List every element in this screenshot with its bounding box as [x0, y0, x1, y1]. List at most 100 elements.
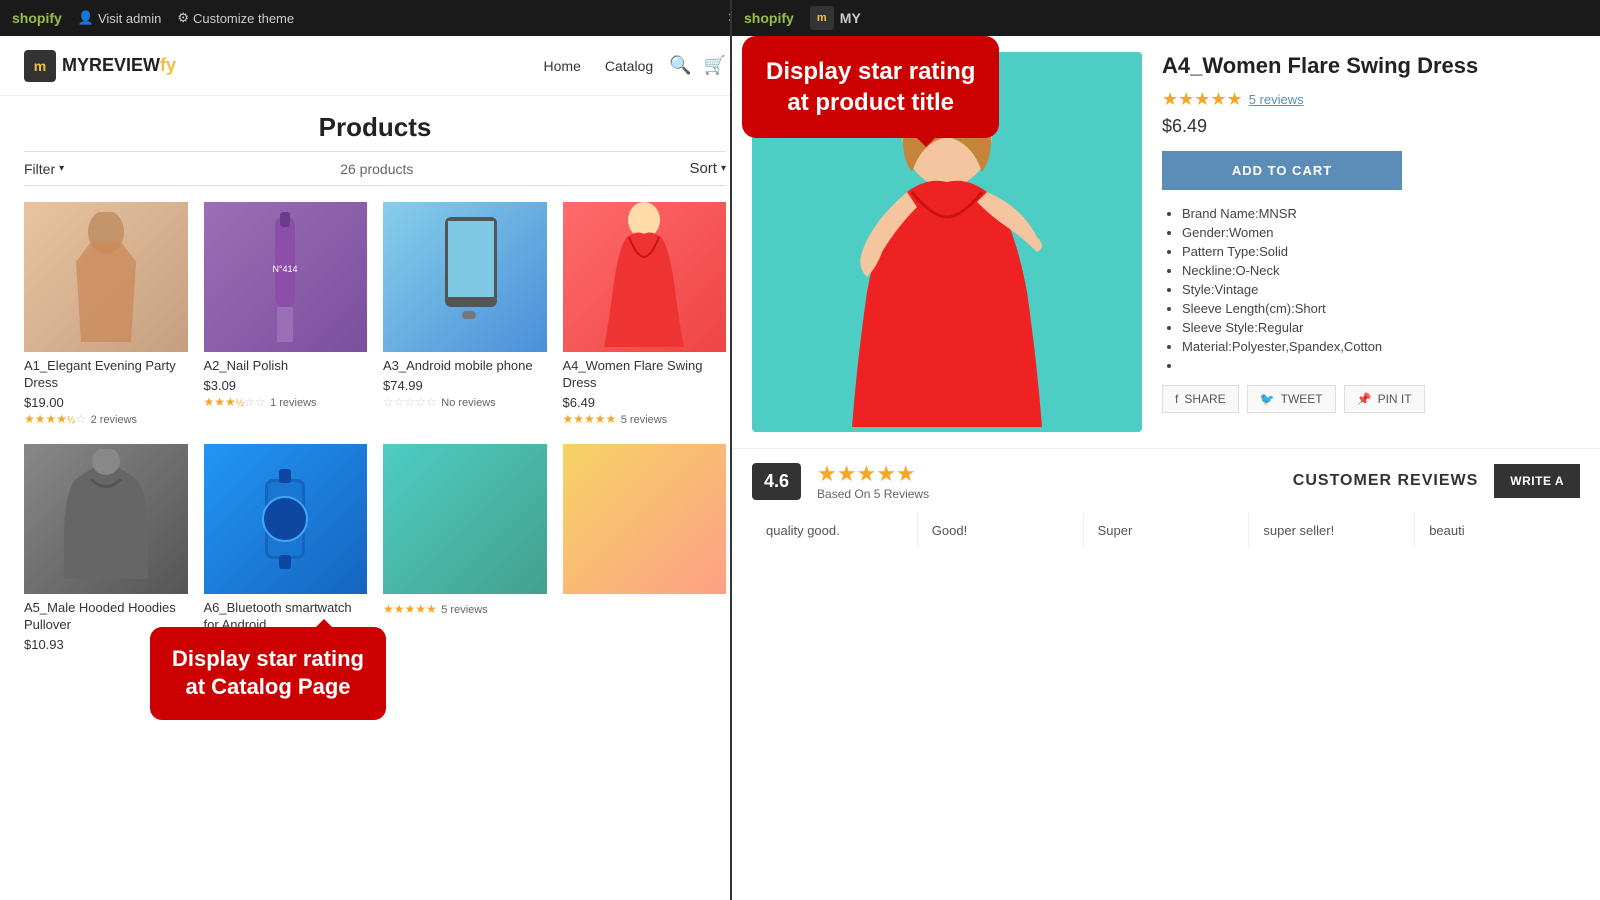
rating-stars-big: ★★★★★ Based On 5 Reviews [817, 461, 929, 501]
product-image-5 [204, 444, 368, 594]
share-button[interactable]: f SHARE [1162, 385, 1239, 413]
product-card-5[interactable]: A6_Bluetooth smartwatch for Android $13.… [204, 444, 368, 652]
product-card-7[interactable] [563, 444, 727, 652]
logo-icon-right: m [810, 6, 834, 30]
spec-style: Style:Vintage [1182, 282, 1580, 297]
review-card-3: super seller! [1249, 513, 1415, 548]
review-card-0: quality good. [752, 513, 918, 548]
reviews-header: 4.6 ★★★★★ Based On 5 Reviews CUSTOMER RE… [752, 461, 1580, 501]
product-image-1: N°414 [204, 202, 368, 352]
logo-icon: m [24, 50, 56, 82]
nav-catalog[interactable]: Catalog [605, 58, 653, 74]
product-image-7 [563, 444, 727, 594]
add-to-cart-button[interactable]: ADD TO CART [1162, 151, 1402, 190]
rating-badge: 4.6 [752, 463, 801, 500]
logo-text: MYREVIEWfy [62, 55, 176, 76]
product-card-1[interactable]: N°414 A2_Nail Polish $3.09 ★★★½☆☆ 1 revi… [204, 202, 368, 428]
product-image-2 [383, 202, 547, 352]
tweet-button[interactable]: 🐦 TWEET [1247, 385, 1336, 413]
spec-sleeve-style: Sleeve Style:Regular [1182, 320, 1580, 335]
review-card-2: Super [1084, 513, 1250, 548]
chevron-down-icon: ▾ [59, 163, 64, 174]
product-card-6[interactable]: ★★★★★ 5 reviews [383, 444, 547, 652]
right-panel: shopify m MY Display star rating at prod… [730, 0, 1600, 900]
products-section: Products Filter ▾ 26 products Sort ▾ A1_… [0, 96, 750, 652]
store-header: m MYREVIEWfy Home Catalog 🔍 🛒 [0, 36, 750, 96]
shopify-logo-left: shopify [12, 10, 62, 26]
product-stars-6: ★★★★★ 5 reviews [383, 600, 547, 618]
reviews-section: 4.6 ★★★★★ Based On 5 Reviews CUSTOMER RE… [732, 448, 1600, 560]
spec-gender: Gender:Women [1182, 225, 1580, 240]
callout-catalog: Display star rating at Catalog Page [150, 627, 386, 720]
product-card-4[interactable]: A5_Male Hooded Hoodies Pullover $10.93 [24, 444, 188, 652]
facebook-icon: f [1175, 392, 1178, 406]
spec-extra [1182, 358, 1580, 373]
product-stars-1: ★★★½☆☆ 1 reviews [204, 393, 368, 411]
page-title: Products [24, 96, 726, 151]
review-card-4: beauti [1415, 513, 1580, 548]
callout-product-title: Display star rating at product title [742, 36, 999, 138]
review-count-link[interactable]: 5 reviews [1249, 92, 1304, 107]
nav-home[interactable]: Home [544, 58, 581, 74]
product-name-2: A3_Android mobile phone [383, 358, 547, 375]
product-stars-0: ★★★★½☆ 2 reviews [24, 410, 188, 428]
logo-text-right: MY [840, 10, 861, 26]
product-image-6 [383, 444, 547, 594]
review-card-1: Good! [918, 513, 1084, 548]
storefront-left: m MYREVIEWfy Home Catalog 🔍 🛒 Products F… [0, 36, 750, 900]
product-image-0 [24, 202, 188, 352]
product-detail-stars: ★★★★★ 5 reviews [1162, 89, 1580, 110]
product-info: A4_Women Flare Swing Dress ★★★★★ 5 revie… [1162, 52, 1580, 432]
reviews-title: CUSTOMER REVIEWS [1293, 472, 1479, 490]
write-review-button[interactable]: WRITE A [1494, 464, 1580, 498]
product-stars-3: ★★★★★ 5 reviews [563, 410, 727, 428]
product-detail-title: A4_Women Flare Swing Dress [1162, 52, 1580, 81]
product-price-0: $19.00 [24, 395, 188, 410]
product-stars-2: ☆☆☆☆☆ No reviews [383, 393, 547, 411]
sort-button[interactable]: Sort ▾ [689, 160, 726, 177]
store-logo-right: m MY [810, 6, 861, 30]
svg-text:N°414: N°414 [273, 264, 298, 274]
spec-sleeve-length: Sleeve Length(cm):Short [1182, 301, 1580, 316]
gear-icon: ⚙ [177, 10, 189, 26]
twitter-icon: 🐦 [1260, 392, 1275, 406]
spec-neckline: Neckline:O-Neck [1182, 263, 1580, 278]
social-buttons: f SHARE 🐦 TWEET 📌 PIN IT [1162, 385, 1580, 413]
spec-pattern: Pattern Type:Solid [1182, 244, 1580, 259]
filter-button[interactable]: Filter ▾ [24, 161, 64, 177]
products-grid: A1_Elegant Evening Party Dress $19.00 ★★… [24, 202, 726, 652]
admin-bar-right: shopify m MY [732, 0, 1600, 36]
product-card-0[interactable]: A1_Elegant Evening Party Dress $19.00 ★★… [24, 202, 188, 428]
product-image-3 [563, 202, 727, 352]
admin-bar-left: shopify 👤 Visit admin ⚙ Customize theme … [0, 0, 750, 36]
chevron-down-icon-sort: ▾ [721, 163, 726, 174]
product-card-2[interactable]: A3_Android mobile phone $74.99 ☆☆☆☆☆ No … [383, 202, 547, 428]
products-toolbar: Filter ▾ 26 products Sort ▾ [24, 151, 726, 186]
customize-theme-link[interactable]: ⚙ Customize theme [177, 10, 294, 26]
visit-admin-link[interactable]: 👤 Visit admin [78, 10, 162, 26]
product-price-3: $6.49 [563, 395, 727, 410]
review-cards: quality good. Good! Super super seller! … [752, 513, 1580, 548]
products-count: 26 products [340, 161, 413, 177]
product-card-3[interactable]: A4_Women Flare Swing Dress $6.49 ★★★★★ 5… [563, 202, 727, 428]
spec-brand: Brand Name:MNSR [1182, 206, 1580, 221]
store-nav: Home Catalog [544, 58, 654, 74]
spec-material: Material:Polyester,Spandex,Cotton [1182, 339, 1580, 354]
based-on-label: Based On 5 Reviews [817, 487, 929, 501]
product-price-2: $74.99 [383, 378, 547, 393]
product-specs: Brand Name:MNSR Gender:Women Pattern Typ… [1162, 206, 1580, 373]
product-name-3: A4_Women Flare Swing Dress [563, 358, 727, 392]
product-detail-price: $6.49 [1162, 116, 1580, 137]
product-image-4 [24, 444, 188, 594]
pinterest-icon: 📌 [1357, 392, 1372, 406]
store-logo: m MYREVIEWfy [24, 50, 176, 82]
product-name-0: A1_Elegant Evening Party Dress [24, 358, 188, 392]
pin-button[interactable]: 📌 PIN IT [1344, 385, 1425, 413]
product-name-1: A2_Nail Polish [204, 358, 368, 375]
shopify-logo-right: shopify [744, 10, 794, 26]
person-icon: 👤 [78, 10, 94, 26]
search-icon[interactable]: 🔍 [669, 55, 691, 76]
cart-icon[interactable]: 🛒 [704, 55, 726, 76]
product-price-1: $3.09 [204, 378, 368, 393]
store-nav-icons: 🔍 🛒 [669, 55, 726, 76]
